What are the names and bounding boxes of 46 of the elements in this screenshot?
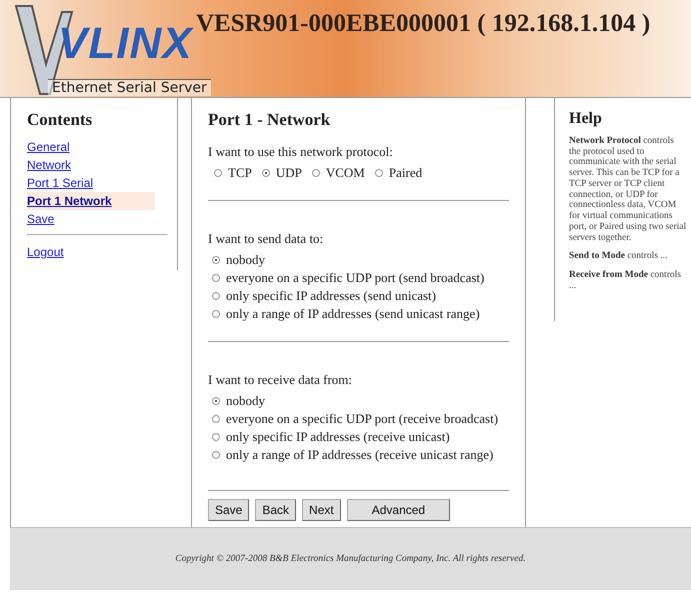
option-label[interactable]: UDP [276,165,302,181]
radio-button[interactable] [374,169,383,177]
option-label[interactable]: only a range of IP addresses (receive unicast range) [226,447,494,463]
option-label[interactable]: TCP [228,165,252,181]
help-heading: Help [569,110,603,128]
option-label[interactable]: nobody [226,252,265,268]
option-label[interactable]: VCOM [326,165,365,181]
option-label[interactable]: everyone on a specific UDP port (send broadcast) [226,270,484,286]
radio-button[interactable] [212,292,220,300]
device-title: VESR901-000EBE000001 ( 192.168.1.104 ) [196,10,650,38]
radio-button[interactable] [262,169,270,177]
form-button[interactable]: Back [255,499,296,521]
radio-button[interactable] [212,256,220,264]
contents-heading: Contents [27,110,94,130]
radio-button[interactable] [214,169,222,177]
question-label: I want to send data to: [208,231,324,247]
radio-button[interactable] [212,310,220,318]
logo-subtitle: Ethernet Serial Server [48,79,211,96]
nav-link[interactable]: Save [27,210,155,228]
form-button[interactable]: Save [208,499,250,521]
option-label[interactable]: everyone on a specific UDP port (receive broadcast) [226,411,498,427]
form-button[interactable]: Next [302,499,341,521]
option-label[interactable]: Paired [388,165,422,181]
option-label[interactable]: only specific IP addresses (receive unicast) [226,429,450,445]
nav-link[interactable]: Network [27,156,155,174]
option-label[interactable]: only a range of IP addresses (send unicast range) [226,306,480,322]
help-text: Network Protocol controls the protocol used to communicate with the serial server. This can be TCP for a TCP server or TCP client connection, or UDP for connectionless data, VCOM for virtual communications port, or Paired using two serial servers together. [569,136,687,244]
nav-link[interactable]: General [27,138,155,156]
radio-button[interactable] [212,274,220,282]
nav-link[interactable]: Port 1 Serial [27,174,155,192]
logout-link[interactable]: Logout [27,243,155,261]
nav-link[interactable]: Port 1 Network [27,192,155,210]
question-label: I want to use this network protocol: [208,144,394,160]
radio-button[interactable] [212,451,220,459]
help-text: Receive from Mode controls ... [569,270,682,292]
option-label[interactable]: nobody [226,393,265,409]
radio-button[interactable] [312,169,320,177]
help-text: Send to Mode controls ... [569,251,668,262]
copyright-text: Copyright © 2007-2008 B&B Electronics Manufacturing Company, Inc. All rights reserved. [175,554,526,564]
question-label: I want to receive data from: [208,372,354,388]
radio-button[interactable] [212,397,220,405]
form-button[interactable]: Advanced [346,499,450,521]
radio-button[interactable] [212,433,220,441]
radio-button[interactable] [212,415,220,423]
option-label[interactable]: only specific IP addresses (send unicast) [226,288,436,304]
page-heading: Port 1 - Network [208,110,332,130]
